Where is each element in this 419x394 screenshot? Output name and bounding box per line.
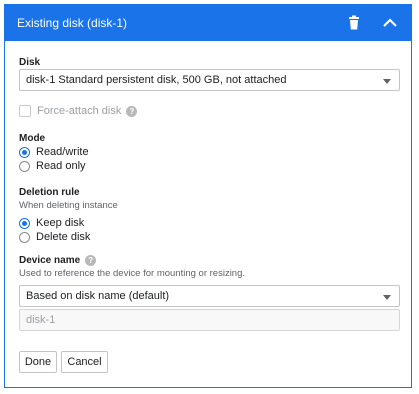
trash-icon [349, 15, 359, 30]
force-attach-checkbox[interactable] [19, 105, 31, 117]
mode-option-label: Read/write [36, 146, 89, 158]
deletion-option-label: Keep disk [36, 217, 85, 229]
cancel-button[interactable]: Cancel [61, 351, 108, 373]
panel-title: Existing disk (disk-1) [17, 16, 128, 30]
disk-select-value: disk-1 Standard persistent disk, 500 GB,… [26, 74, 287, 86]
force-attach-row[interactable]: Force-attach disk ? [19, 105, 138, 117]
device-name-input[interactable]: disk-1 [19, 309, 400, 331]
done-button[interactable]: Done [19, 351, 57, 373]
device-name-label: Device name [19, 255, 81, 266]
deletion-option-delete[interactable]: Delete disk [19, 231, 90, 243]
existing-disk-panel: Existing disk (disk-1) Disk disk-1 Stand… [4, 4, 412, 388]
mode-option-read-only[interactable]: Read only [19, 160, 86, 172]
radio-read-only[interactable] [19, 160, 30, 172]
deletion-option-keep[interactable]: Keep disk [19, 217, 84, 229]
deletion-option-label: Delete disk [36, 231, 91, 243]
panel-header: Existing disk (disk-1) [5, 5, 411, 41]
dropdown-arrow-icon [383, 79, 391, 84]
radio-delete-disk[interactable] [19, 231, 30, 243]
disk-label: Disk [19, 57, 41, 68]
collapse-button[interactable] [379, 13, 401, 33]
mode-option-read-write[interactable]: Read/write [19, 146, 89, 158]
help-icon[interactable]: ? [85, 255, 97, 266]
help-icon[interactable]: ? [126, 105, 138, 117]
force-attach-label: Force-attach disk [37, 105, 122, 117]
disk-select[interactable]: disk-1 Standard persistent disk, 500 GB,… [19, 69, 400, 91]
mode-option-label: Read only [36, 160, 86, 172]
device-name-value: disk-1 [26, 314, 56, 326]
device-name-hint: Used to reference the device for mountin… [19, 268, 246, 279]
device-name-select[interactable]: Based on disk name (default) [19, 285, 400, 307]
delete-disk-button[interactable] [345, 14, 363, 32]
device-name-select-value: Based on disk name (default) [26, 290, 170, 302]
mode-label: Mode [19, 133, 46, 144]
radio-read-write[interactable] [19, 146, 30, 158]
radio-keep-disk[interactable] [19, 217, 30, 229]
dropdown-arrow-icon [383, 295, 391, 300]
deletion-rule-label: Deletion rule [19, 187, 80, 198]
chevron-up-icon [383, 18, 397, 27]
device-name-label-row: Device name ? [19, 255, 97, 266]
deletion-rule-hint: When deleting instance [19, 200, 118, 211]
